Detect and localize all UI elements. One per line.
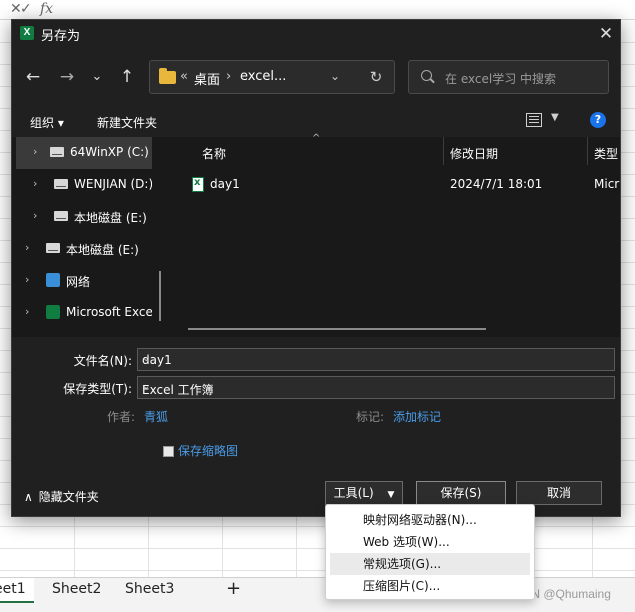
nav-item-drive-c[interactable]: › 64WinXP (C:) [16, 137, 152, 169]
filetype-select[interactable]: Excel 工作簿 ⌄ [137, 376, 615, 399]
nav-item-drive-d[interactable]: › WENJIAN (D:) [12, 169, 162, 201]
drive-icon [46, 243, 60, 253]
expand-chevron-icon[interactable]: › [33, 145, 37, 158]
filetype-dropdown-chevron-icon[interactable]: ⌄ [142, 381, 610, 392]
view-dropdown-icon[interactable]: ▼ [551, 112, 559, 123]
refresh-icon[interactable]: ↻ [366, 67, 386, 87]
sheet-tab-active[interactable]: eet1 [0, 578, 34, 604]
add-sheet-icon[interactable]: + [226, 578, 241, 599]
navigation-pane: › 64WinXP (C:) › WENJIAN (D:) › 本地磁盘 (E:… [12, 137, 172, 337]
sheet-tab-label: eet1 [0, 581, 26, 597]
file-modified-date: 2024/7/1 18:01 [450, 177, 543, 191]
back-arrow-icon[interactable]: ← [22, 66, 44, 88]
up-arrow-icon[interactable]: ↑ [116, 66, 138, 88]
column-header-name[interactable]: 名称 [202, 145, 226, 162]
hide-folders-label: 隐藏文件夹 [38, 490, 99, 504]
nav-item-label: 本地磁盘 (E:) [66, 243, 139, 257]
excel-icon [46, 305, 60, 319]
nav-item-label: Microsoft Excel [66, 305, 152, 319]
breadcrumb-separator-icon: › [226, 69, 232, 84]
drive-icon [50, 147, 64, 157]
column-separator[interactable] [587, 137, 588, 165]
column-header-date[interactable]: 修改日期 [450, 145, 498, 162]
folder-icon [159, 68, 176, 84]
status-bar [0, 603, 635, 612]
menu-item-general-options[interactable]: 常规选项(G)... [330, 553, 530, 575]
excel-file-icon [192, 177, 204, 192]
drive-icon [54, 211, 68, 221]
chevron-up-icon: ∧ [24, 490, 33, 504]
sheet-tab-sheet3[interactable]: Sheet3 [125, 581, 174, 597]
nav-item-label: 64WinXP (C:) [70, 145, 149, 159]
save-as-dialog: X 另存为 ✕ ← → ⌄ ↑ « 桌面 › excel... ⌄ ↻ 在 ex… [11, 19, 621, 517]
sheet-tab-sheet2[interactable]: Sheet2 [52, 581, 101, 597]
add-tags-link[interactable]: 添加标记 [393, 408, 441, 425]
tools-dropdown-menu: 映射网络驱动器(N)... Web 选项(W)... 常规选项(G)... 压缩… [325, 504, 535, 600]
nav-item-drive-e[interactable]: › 本地磁盘 (E:) [12, 201, 162, 233]
filename-label: 文件名(N): [73, 354, 132, 368]
expand-chevron-icon[interactable]: › [33, 177, 37, 190]
nav-item-microsoft-excel[interactable]: › Microsoft Excel [12, 297, 162, 329]
save-thumbnail-checkbox[interactable] [163, 446, 174, 457]
cancel-button[interactable]: 取消 [516, 481, 602, 505]
close-icon[interactable]: ✕ [596, 24, 616, 44]
save-button[interactable]: 保存(S) [416, 481, 506, 505]
nav-item-label: 本地磁盘 (E:) [74, 211, 147, 225]
network-icon [46, 273, 60, 287]
save-thumbnail-label[interactable]: 保存缩略图 [178, 442, 238, 459]
table-row[interactable]: day1 2024/7/1 18:01 Micr [172, 169, 620, 197]
breadcrumb-desktop[interactable]: 桌面 [194, 69, 220, 88]
address-bar[interactable]: « 桌面 › excel... ⌄ ↻ [149, 60, 395, 94]
menu-item-compress-pictures[interactable]: 压缩图片(C)... [330, 575, 530, 597]
formula-confirm-icon[interactable]: ✓ [20, 1, 32, 17]
organize-menu-button[interactable]: 组织 ▾ [30, 114, 64, 131]
file-list-scrollbar[interactable] [188, 328, 486, 330]
search-icon [421, 70, 432, 81]
hide-folders-button[interactable]: ∧ 隐藏文件夹 [24, 488, 99, 505]
tools-dropdown-icon: ▼ [387, 490, 395, 500]
breadcrumb-excel-folder[interactable]: excel... [240, 69, 286, 84]
expand-chevron-icon[interactable]: › [25, 273, 29, 286]
column-header-type[interactable]: 类型 [594, 145, 618, 162]
expand-chevron-icon[interactable]: › [25, 305, 29, 318]
expand-chevron-icon[interactable]: › [33, 209, 37, 222]
file-name: day1 [210, 177, 240, 191]
search-input[interactable]: 在 excel学习 中搜索 [408, 60, 609, 94]
view-options-icon[interactable] [526, 113, 542, 127]
dialog-title: 另存为 [41, 29, 81, 44]
nav-item-label: WENJIAN (D:) [74, 177, 152, 191]
sort-ascending-icon: ^ [312, 133, 321, 144]
author-value-link[interactable]: 青狐 [144, 408, 168, 425]
forward-arrow-icon[interactable]: → [56, 66, 78, 88]
tools-label: 工具(L) [333, 486, 374, 500]
search-placeholder: 在 excel学习 中搜索 [445, 72, 557, 86]
help-icon[interactable]: ? [590, 112, 606, 128]
excel-app-icon: X [20, 26, 34, 40]
function-icon[interactable]: fx [40, 1, 53, 17]
nav-item-local-disk-e[interactable]: › 本地磁盘 (E:) [12, 233, 162, 265]
nav-item-label: 网络 [66, 275, 91, 289]
nav-item-network[interactable]: › 网络 [12, 265, 162, 297]
formula-bar: ✕ ✓ fx [0, 0, 635, 20]
dialog-title-bar[interactable]: X 另存为 ✕ [12, 20, 620, 48]
tools-menu-button[interactable]: 工具(L) ▼ [325, 481, 403, 505]
breadcrumb-overflow-icon[interactable]: « [180, 69, 188, 84]
file-list: ^ 名称 修改日期 类型 day1 2024/7/1 18:01 Micr [172, 133, 620, 337]
nav-pane-scrollbar[interactable] [159, 271, 161, 321]
filename-input[interactable]: day1 ⌄ [137, 348, 615, 371]
drive-icon [54, 179, 68, 189]
author-label: 作者: [107, 410, 136, 424]
expand-chevron-icon[interactable]: › [25, 241, 29, 254]
menu-item-map-network-drive[interactable]: 映射网络驱动器(N)... [330, 509, 530, 531]
column-separator[interactable] [443, 137, 444, 165]
new-folder-button[interactable]: 新建文件夹 [97, 114, 157, 131]
filetype-label: 保存类型(T): [63, 382, 132, 396]
filename-dropdown-chevron-icon[interactable]: ⌄ [142, 353, 610, 364]
tags-label: 标记: [356, 410, 385, 424]
address-dropdown-chevron-icon[interactable]: ⌄ [330, 69, 340, 83]
recent-locations-chevron-icon[interactable]: ⌄ [86, 66, 108, 88]
menu-item-web-options[interactable]: Web 选项(W)... [330, 531, 530, 553]
file-type: Micr [594, 177, 620, 191]
